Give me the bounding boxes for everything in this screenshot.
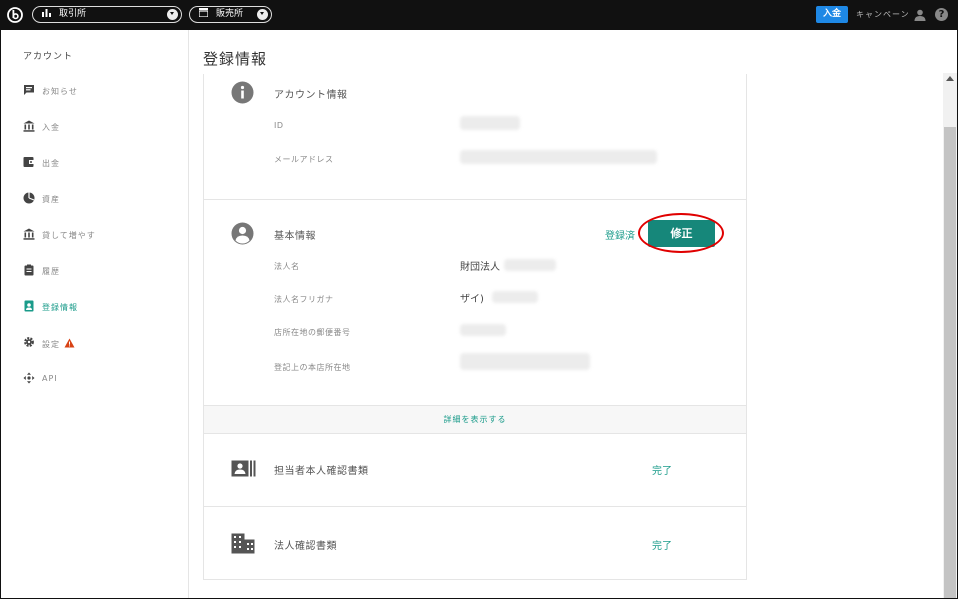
id-badge-icon — [24, 300, 34, 312]
bank-icon — [23, 228, 35, 240]
deposit-button[interactable]: 入金 — [816, 6, 848, 23]
address-label: 登記上の本店所在地 — [274, 363, 351, 372]
user-icon[interactable] — [914, 9, 926, 21]
sidebar-item-label: 入金 — [42, 123, 60, 132]
account-info-title: アカウント情報 — [274, 90, 348, 101]
section-divider — [204, 506, 746, 507]
help-icon[interactable]: ? — [935, 8, 948, 21]
sidebar-item-settings-label-wrap: 設定 — [42, 338, 75, 350]
redacted-corp-name — [504, 259, 556, 271]
app-window: 取引所 販売所 入金 キャンペーン ? アカウント お知らせ 入金 出金 資産 … — [0, 0, 958, 599]
corp-name-label: 法人名 — [274, 262, 300, 271]
chevron-down-icon — [257, 9, 268, 20]
show-details-link[interactable]: 詳細を表示する — [204, 414, 746, 425]
email-label: メールアドレス — [274, 155, 334, 164]
sidebar-item-label: 設定 — [42, 340, 60, 349]
warning-icon — [64, 338, 75, 348]
chevron-down-icon — [167, 9, 178, 20]
shop-label: 販売所 — [216, 9, 244, 19]
scroll-up-arrow-icon[interactable] — [946, 76, 954, 81]
wallet-icon — [23, 157, 35, 167]
scrollbar-thumb[interactable] — [944, 127, 956, 598]
sidebar-item-label: 登録情報 — [42, 303, 78, 312]
basic-info-title: 基本情報 — [274, 231, 316, 242]
section-divider — [204, 199, 746, 200]
campaign-link[interactable]: キャンペーン — [856, 9, 910, 20]
registration-card: アカウント情報 ID メールアドレス 基本情報 登録済 修正 法人名 財団法人 … — [203, 74, 747, 580]
clipboard-icon — [24, 264, 34, 276]
corp-docs-status: 完了 — [652, 541, 672, 552]
shop-dropdown[interactable]: 販売所 — [189, 6, 272, 23]
pie-chart-icon — [23, 192, 35, 204]
identity-docs-title: 担当者本人確認書類 — [274, 466, 369, 477]
page-title: 登録情報 — [203, 50, 268, 68]
show-details-bar[interactable]: 詳細を表示する — [204, 405, 746, 434]
corp-name-value: 財団法人 — [460, 262, 500, 273]
registered-link[interactable]: 登録済 — [605, 227, 635, 242]
bar-chart-icon — [42, 7, 51, 22]
sidebar-title: アカウント — [23, 52, 74, 62]
corp-kana-label: 法人名フリガナ — [274, 295, 334, 304]
redacted-id — [460, 116, 520, 130]
sidebar-item-label: API — [42, 374, 58, 383]
identity-docs-status: 完了 — [652, 466, 672, 477]
sidebar-item-label: お知らせ — [42, 87, 78, 96]
sidebar: アカウント お知らせ 入金 出金 資産 貸して増やす 履歴 登録情報 設定 AP… — [2, 30, 189, 598]
message-icon — [24, 85, 34, 95]
redacted-corp-kana — [492, 291, 538, 303]
highlight-ring — [638, 213, 724, 253]
sidebar-item-label: 出金 — [42, 159, 60, 168]
sidebar-item-label: 貸して増やす — [42, 231, 96, 240]
info-icon — [231, 81, 254, 104]
corp-docs-title: 法人確認書類 — [274, 541, 337, 552]
id-label: ID — [274, 121, 284, 130]
top-bar: 取引所 販売所 入金 キャンペーン ? — [1, 1, 958, 30]
store-icon — [198, 7, 209, 22]
redacted-email — [460, 150, 657, 164]
building-icon — [231, 533, 255, 554]
sidebar-item-label: 履歴 — [42, 267, 60, 276]
sidebar-item-label: 資産 — [42, 195, 60, 204]
bank-icon — [23, 120, 35, 132]
redacted-postal-code — [460, 324, 506, 336]
exchange-label: 取引所 — [59, 9, 87, 19]
redacted-address — [460, 353, 590, 370]
exchange-dropdown[interactable]: 取引所 — [32, 6, 182, 23]
move-arrows-icon — [23, 372, 35, 384]
corp-kana-value: ザイ) — [460, 294, 484, 305]
logo-icon[interactable] — [7, 7, 23, 23]
postal-code-label: 店所在地の郵便番号 — [274, 328, 351, 337]
user-circle-icon — [231, 222, 254, 245]
id-card-icon — [231, 460, 256, 477]
gear-icon — [24, 337, 34, 347]
